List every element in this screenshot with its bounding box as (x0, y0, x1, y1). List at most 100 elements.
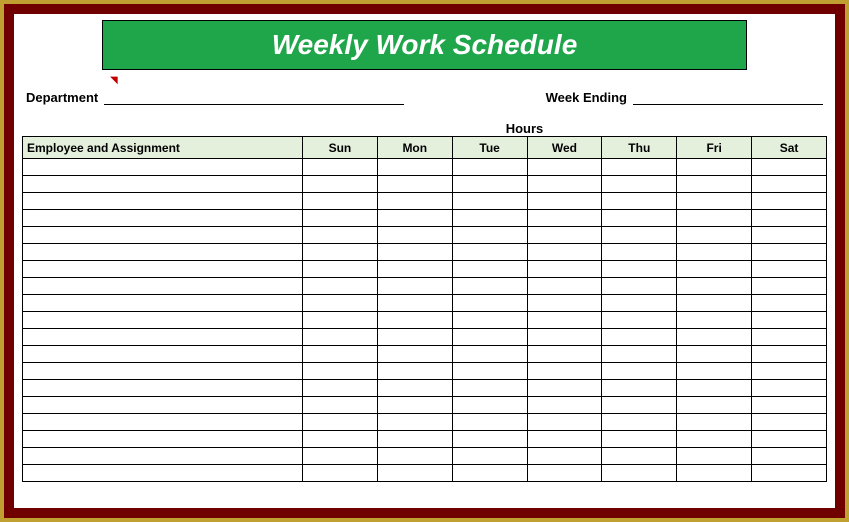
cell-employee (23, 244, 303, 261)
cell-tue (452, 414, 527, 431)
col-thu: Thu (602, 137, 677, 159)
cell-fri (677, 176, 752, 193)
cell-thu (602, 431, 677, 448)
cell-tue (452, 278, 527, 295)
cell-fri (677, 346, 752, 363)
cell-tue (452, 193, 527, 210)
table-row (23, 431, 827, 448)
cell-employee (23, 193, 303, 210)
cell-fri (677, 278, 752, 295)
table-row (23, 193, 827, 210)
department-field: Department (26, 90, 404, 105)
cell-thu (602, 380, 677, 397)
cell-sun (303, 363, 378, 380)
cell-mon (377, 176, 452, 193)
cell-sat (752, 159, 827, 176)
cell-mon (377, 346, 452, 363)
col-sat: Sat (752, 137, 827, 159)
cell-thu (602, 312, 677, 329)
cell-fri (677, 465, 752, 482)
cell-sat (752, 363, 827, 380)
cell-employee (23, 295, 303, 312)
cell-tue (452, 295, 527, 312)
table-row (23, 346, 827, 363)
cell-tue (452, 210, 527, 227)
cell-sun (303, 380, 378, 397)
cell-thu (602, 295, 677, 312)
document-page: Weekly Work Schedule ◥ Department Week E… (14, 14, 835, 508)
cell-employee (23, 261, 303, 278)
cell-mon (377, 448, 452, 465)
cell-wed (527, 346, 602, 363)
cell-sun (303, 176, 378, 193)
department-label: Department (26, 90, 98, 105)
cell-thu (602, 244, 677, 261)
cell-wed (527, 363, 602, 380)
schedule-table: Employee and Assignment Sun Mon Tue Wed … (22, 136, 827, 482)
cell-wed (527, 261, 602, 278)
cell-tue (452, 329, 527, 346)
cell-sat (752, 210, 827, 227)
cell-thu (602, 278, 677, 295)
cell-sun (303, 159, 378, 176)
table-row (23, 414, 827, 431)
cell-sat (752, 414, 827, 431)
cell-wed (527, 414, 602, 431)
col-mon: Mon (377, 137, 452, 159)
cell-sat (752, 176, 827, 193)
cell-employee (23, 380, 303, 397)
cell-tue (452, 397, 527, 414)
table-row (23, 278, 827, 295)
cell-employee (23, 465, 303, 482)
cell-mon (377, 244, 452, 261)
table-row (23, 295, 827, 312)
cell-sat (752, 227, 827, 244)
cell-thu (602, 363, 677, 380)
cell-tue (452, 312, 527, 329)
week-ending-label: Week Ending (546, 90, 627, 105)
cell-wed (527, 312, 602, 329)
cell-mon (377, 431, 452, 448)
cell-sun (303, 278, 378, 295)
cell-mon (377, 278, 452, 295)
cell-fri (677, 244, 752, 261)
cell-tue (452, 465, 527, 482)
cell-sat (752, 465, 827, 482)
cell-sat (752, 329, 827, 346)
cell-fri (677, 380, 752, 397)
cell-fri (677, 448, 752, 465)
cell-fri (677, 227, 752, 244)
cell-sat (752, 380, 827, 397)
cell-employee (23, 346, 303, 363)
col-fri: Fri (677, 137, 752, 159)
cell-tue (452, 159, 527, 176)
table-row (23, 380, 827, 397)
cell-fri (677, 329, 752, 346)
cell-fri (677, 193, 752, 210)
cell-employee (23, 414, 303, 431)
cell-sat (752, 312, 827, 329)
cell-sun (303, 261, 378, 278)
table-row (23, 329, 827, 346)
comment-indicator-icon: ◥ (110, 76, 827, 86)
cell-fri (677, 363, 752, 380)
cell-thu (602, 329, 677, 346)
cell-mon (377, 363, 452, 380)
cell-thu (602, 176, 677, 193)
cell-sun (303, 397, 378, 414)
cell-thu (602, 448, 677, 465)
cell-employee (23, 278, 303, 295)
week-ending-field: Week Ending (546, 90, 823, 105)
cell-mon (377, 414, 452, 431)
cell-sat (752, 193, 827, 210)
cell-mon (377, 329, 452, 346)
cell-mon (377, 312, 452, 329)
cell-tue (452, 431, 527, 448)
hours-group-label: Hours (22, 121, 827, 136)
cell-fri (677, 261, 752, 278)
cell-fri (677, 414, 752, 431)
col-sun: Sun (303, 137, 378, 159)
cell-thu (602, 261, 677, 278)
cell-thu (602, 397, 677, 414)
outer-frame: Weekly Work Schedule ◥ Department Week E… (4, 4, 845, 518)
